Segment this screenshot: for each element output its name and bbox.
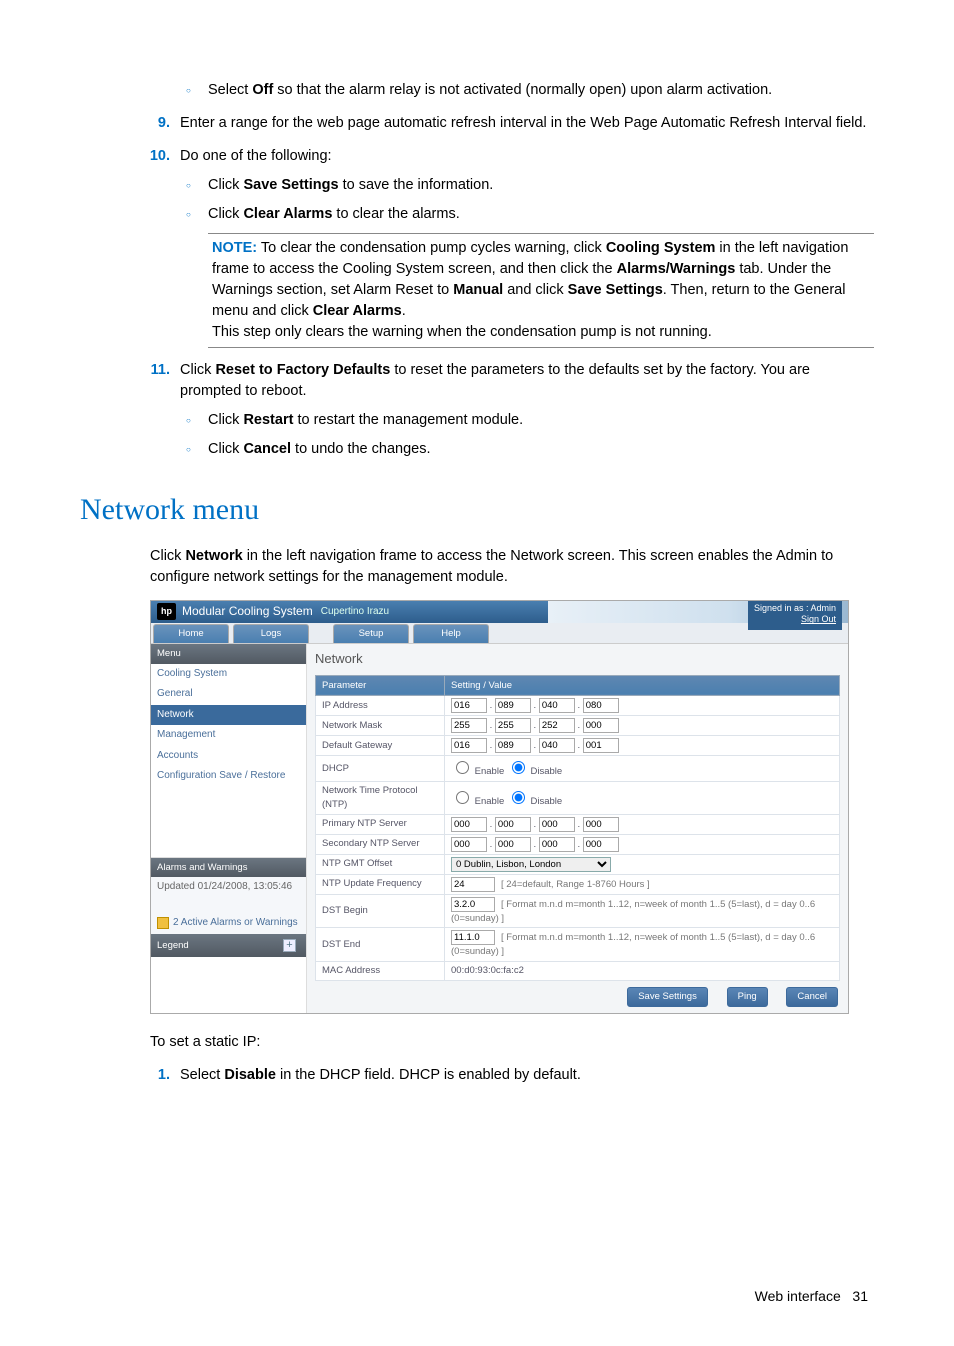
dst-begin-input[interactable]	[451, 897, 495, 912]
row-secondary-ntp: Secondary NTP Server . . .	[316, 834, 840, 854]
bullet-restart: Click Restart to restart the management …	[180, 410, 874, 431]
mask-octet-3[interactable]	[539, 718, 575, 733]
sidebar-alarms-header: Alarms and Warnings	[151, 858, 306, 878]
bullet-save-settings: Click Save Settings to save the informat…	[180, 175, 874, 196]
sidebar-item-general[interactable]: General	[151, 684, 306, 705]
row-dhcp: DHCP Enable Disable	[316, 756, 840, 782]
expand-icon[interactable]: +	[283, 939, 296, 952]
sidebar-item-cooling[interactable]: Cooling System	[151, 664, 306, 685]
sntp-octet-2[interactable]	[495, 837, 531, 852]
app-titlebar: hp Modular Cooling System Cupertino Iraz…	[151, 601, 848, 623]
mask-octet-4[interactable]	[583, 718, 619, 733]
procedure-list: Select Off so that the alarm relay is no…	[140, 80, 874, 460]
sidebar-item-network[interactable]: Network	[151, 705, 306, 726]
row-gmt-offset: NTP GMT Offset 0 Dublin, Lisbon, London	[316, 854, 840, 874]
row-ntp: Network Time Protocol (NTP) Enable Disab…	[316, 782, 840, 815]
dhcp-enable-radio[interactable]	[456, 761, 469, 774]
warning-icon	[157, 917, 169, 929]
tab-help[interactable]: Help	[413, 624, 489, 643]
pntp-octet-4[interactable]	[583, 817, 619, 832]
row-dst-end: DST End [ Format m.n.d m=month 1..12, n=…	[316, 928, 840, 962]
col-setting: Setting / Value	[445, 675, 840, 696]
sign-out-link[interactable]: Sign Out	[801, 614, 836, 624]
row-mac: MAC Address 00:d0:93:0c:fa:c2	[316, 962, 840, 981]
tab-home[interactable]: Home	[153, 624, 229, 643]
main-panel: Network Parameter Setting / Value IP Add…	[307, 644, 848, 1013]
ip-octet-1[interactable]	[451, 698, 487, 713]
mac-address-value: 00:d0:93:0c:fa:c2	[445, 962, 840, 981]
app-subtitle: Cupertino Irazu	[321, 605, 389, 620]
ntp-disable-radio[interactable]	[512, 791, 525, 804]
sidebar-updated: Updated 01/24/2008, 13:05:46	[151, 877, 306, 898]
pntp-octet-3[interactable]	[539, 817, 575, 832]
sidebar-active-warnings[interactable]: 2 Active Alarms or Warnings	[151, 912, 306, 935]
static-ip-steps: 1. Select Disable in the DHCP field. DHC…	[140, 1065, 874, 1086]
network-settings-table: Parameter Setting / Value IP Address . .…	[315, 675, 840, 981]
sidebar-legend-header[interactable]: Legend +	[151, 934, 306, 957]
dst-end-input[interactable]	[451, 930, 495, 945]
save-settings-button[interactable]: Save Settings	[627, 987, 708, 1007]
mask-octet-1[interactable]	[451, 718, 487, 733]
gw-octet-1[interactable]	[451, 738, 487, 753]
ntp-frequency-input[interactable]	[451, 877, 495, 892]
sntp-octet-1[interactable]	[451, 837, 487, 852]
cancel-button[interactable]: Cancel	[786, 987, 838, 1007]
ip-octet-4[interactable]	[583, 698, 619, 713]
gmt-offset-select[interactable]: 0 Dublin, Lisbon, London	[451, 857, 611, 872]
pntp-octet-2[interactable]	[495, 817, 531, 832]
page-title: Network	[307, 648, 848, 675]
row-gateway: Default Gateway . . .	[316, 736, 840, 756]
tab-logs[interactable]: Logs	[233, 624, 309, 643]
note-box: NOTE: To clear the condensation pump cyc…	[208, 233, 874, 348]
sign-in-panel: Signed in as : Admin Sign Out	[748, 601, 842, 630]
ntp-enable-radio[interactable]	[456, 791, 469, 804]
col-parameter: Parameter	[316, 675, 445, 696]
gw-octet-4[interactable]	[583, 738, 619, 753]
row-dst-begin: DST Begin [ Format m.n.d m=month 1..12, …	[316, 894, 840, 928]
row-primary-ntp: Primary NTP Server . . .	[316, 814, 840, 834]
network-screenshot: hp Modular Cooling System Cupertino Iraz…	[150, 600, 849, 1014]
tab-bar: Home Logs Setup Help	[151, 623, 848, 644]
ip-octet-3[interactable]	[539, 698, 575, 713]
pntp-octet-1[interactable]	[451, 817, 487, 832]
row-ip: IP Address . . .	[316, 696, 840, 716]
step-11: 11. Click Reset to Factory Defaults to r…	[140, 360, 874, 460]
gw-octet-2[interactable]	[495, 738, 531, 753]
page-footer: Web interface 31	[80, 1286, 874, 1306]
row-ntp-frequency: NTP Update Frequency [ 24=default, Range…	[316, 874, 840, 894]
ip-octet-2[interactable]	[495, 698, 531, 713]
sidebar-menu-header: Menu	[151, 644, 306, 664]
mask-octet-2[interactable]	[495, 718, 531, 733]
signed-in-label: Signed in as : Admin	[754, 603, 836, 613]
static-ip-intro: To set a static IP:	[150, 1032, 874, 1053]
tab-setup[interactable]: Setup	[333, 624, 409, 643]
bullet-off: Select Off so that the alarm relay is no…	[180, 80, 874, 101]
sntp-octet-4[interactable]	[583, 837, 619, 852]
sidebar-item-management[interactable]: Management	[151, 725, 306, 746]
sntp-octet-3[interactable]	[539, 837, 575, 852]
sidebar: Menu Cooling System General Network Mana…	[151, 644, 307, 1013]
ping-button[interactable]: Ping	[727, 987, 768, 1007]
bullet-cancel: Click Cancel to undo the changes.	[180, 439, 874, 460]
gw-octet-3[interactable]	[539, 738, 575, 753]
step-10: 10. Do one of the following: Click Save …	[140, 146, 874, 348]
row-mask: Network Mask . . .	[316, 716, 840, 736]
static-ip-step-1: 1. Select Disable in the DHCP field. DHC…	[140, 1065, 874, 1086]
section-heading-network-menu: Network menu	[80, 488, 874, 532]
intro-paragraph: Click Network in the left navigation fra…	[150, 546, 874, 588]
dhcp-disable-radio[interactable]	[512, 761, 525, 774]
step-9: 9. Enter a range for the web page automa…	[140, 113, 874, 134]
hp-logo-icon: hp	[157, 603, 176, 620]
app-title: Modular Cooling System	[182, 603, 313, 620]
button-row: Save Settings Ping Cancel	[307, 981, 848, 1013]
bullet-clear-alarms: Click Clear Alarms to clear the alarms.	[180, 204, 874, 225]
sidebar-item-config-save[interactable]: Configuration Save / Restore	[151, 766, 306, 787]
sidebar-item-accounts[interactable]: Accounts	[151, 746, 306, 767]
